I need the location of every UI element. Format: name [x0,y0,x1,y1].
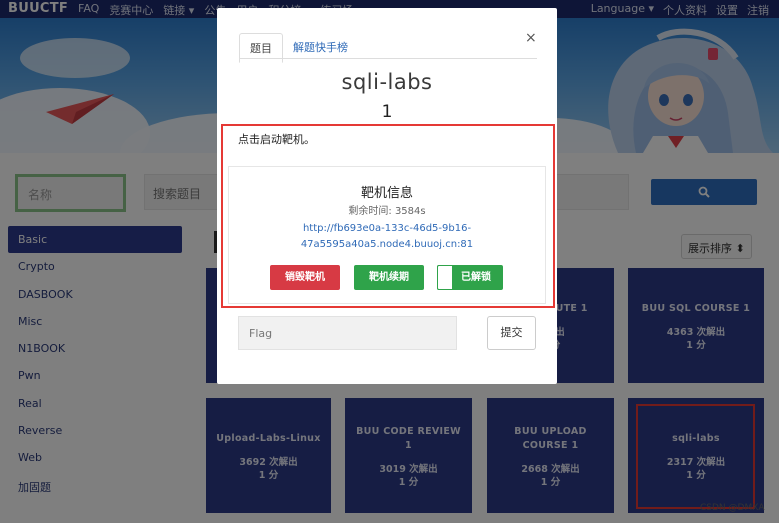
flag-input[interactable]: Flag [238,316,457,350]
challenge-title: sqli-labs [341,70,433,94]
highlight-annotation-instance [221,124,555,308]
submit-flag-button[interactable]: 提交 [487,316,536,350]
close-icon[interactable]: × [525,30,537,46]
flag-placeholder: Flag [249,327,273,340]
tab-divider [239,58,537,59]
challenge-modal: 题目 解题快手榜 × sqli-labs 1 点击启动靶机。 靶机信息 剩余时间… [217,8,557,384]
challenge-score: 1 [381,102,393,122]
